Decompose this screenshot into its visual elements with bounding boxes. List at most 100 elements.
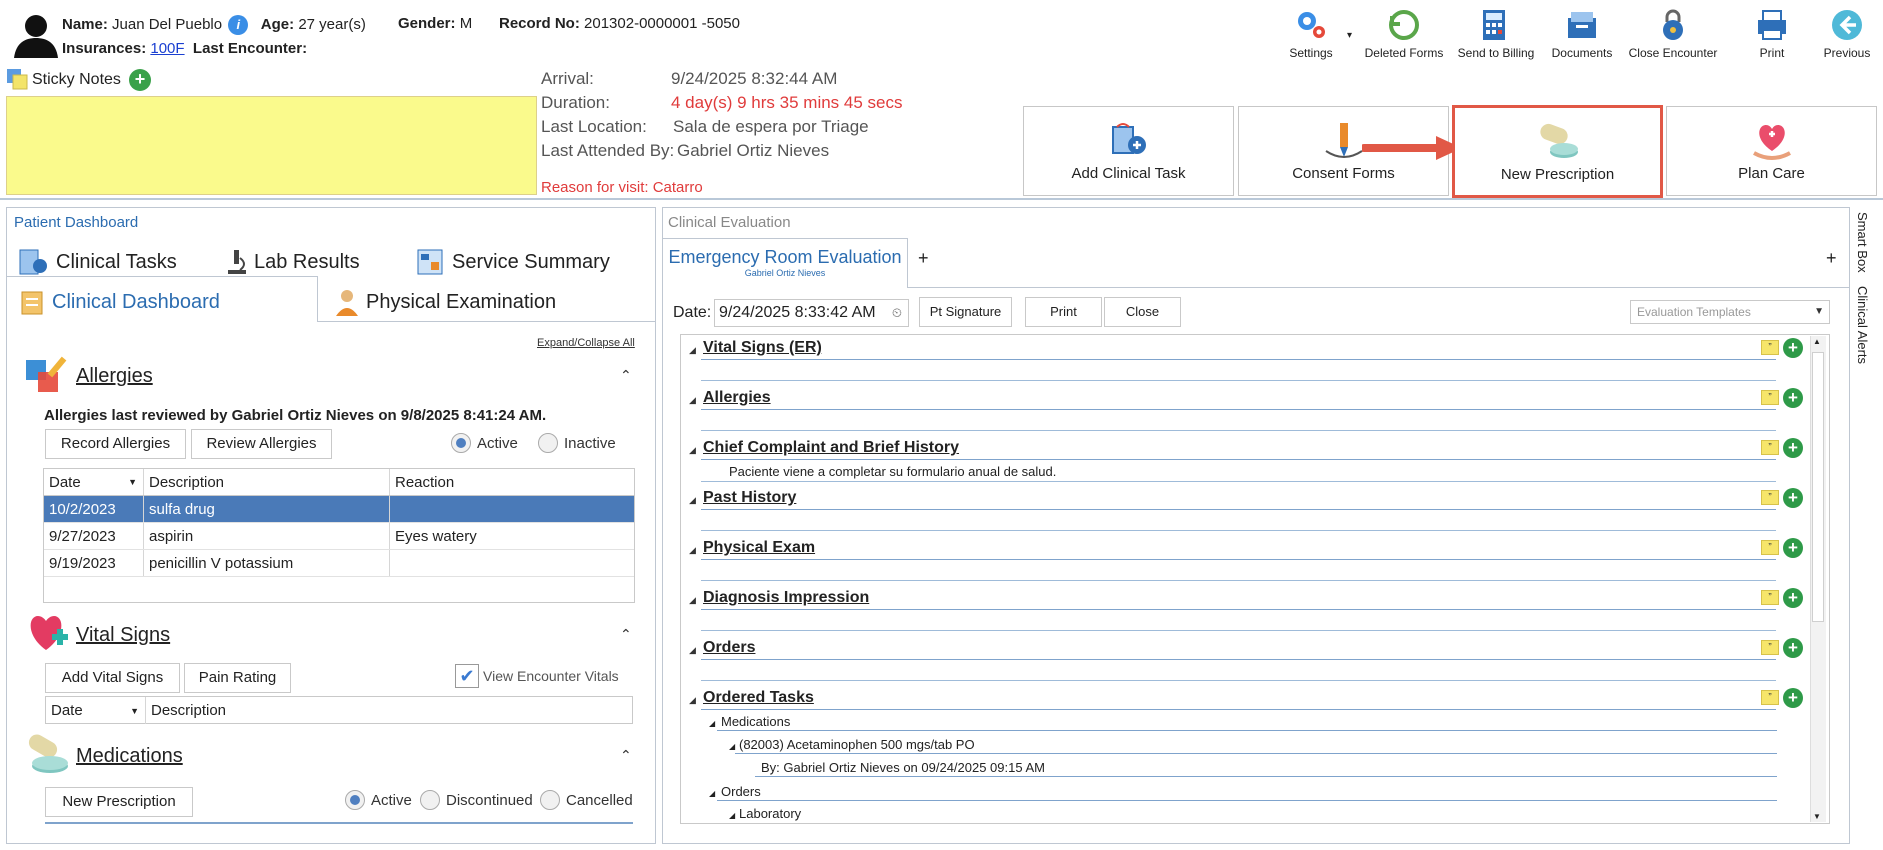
plan-care-button[interactable]: Plan Care (1666, 106, 1877, 196)
column-header-date[interactable]: Date ▼ (44, 469, 144, 495)
quote-icon[interactable]: ” (1761, 690, 1779, 705)
add-entry-icon[interactable]: + (1783, 438, 1803, 458)
previous-button[interactable]: Previous (1802, 8, 1883, 60)
column-header-reaction[interactable]: Reaction (390, 469, 634, 495)
section-title[interactable]: Orders (703, 639, 755, 657)
column-header-date[interactable]: Date ▼ (46, 697, 146, 724)
add-clinical-task-button[interactable]: Add Clinical Task (1023, 106, 1234, 196)
medications-active-radio[interactable]: Active (345, 790, 412, 810)
evaluation-templates-select[interactable]: Evaluation Templates ▼ (1630, 300, 1830, 324)
column-header-description[interactable]: Description (144, 469, 390, 495)
section-title[interactable]: Allergies (703, 389, 771, 407)
collapse-triangle-icon[interactable]: ◢ (709, 789, 715, 798)
collapse-triangle-icon[interactable]: ◢ (689, 645, 696, 656)
section-title[interactable]: Chief Complaint and Brief History (703, 439, 959, 457)
scroll-down-icon[interactable]: ▼ (1813, 812, 1821, 821)
tasks-laboratory-label[interactable]: Laboratory (739, 806, 801, 821)
allergies-inactive-radio[interactable]: Inactive (538, 433, 616, 453)
quote-icon[interactable]: ” (1761, 340, 1779, 355)
collapse-triangle-icon[interactable]: ◢ (689, 695, 696, 706)
scroll-up-icon[interactable]: ▲ (1813, 337, 1821, 346)
tab-clinical-tasks[interactable]: Clinical Tasks (18, 248, 177, 276)
table-row[interactable]: 9/27/2023 aspirin Eyes watery (44, 523, 634, 550)
table-row[interactable]: 10/2/2023 sulfa drug (44, 496, 634, 523)
send-to-billing-button[interactable]: Send to Billing (1451, 8, 1541, 60)
review-allergies-button[interactable]: Review Allergies (191, 429, 332, 459)
quote-icon[interactable]: ” (1761, 590, 1779, 605)
record-allergies-button[interactable]: Record Allergies (45, 429, 186, 459)
quote-icon[interactable]: ” (1761, 490, 1779, 505)
vital-signs-title[interactable]: Vital Signs (76, 624, 170, 647)
allergies-collapse-icon[interactable]: ⌃ (620, 367, 632, 384)
medications-discontinued-radio[interactable]: Discontinued (420, 790, 533, 810)
allergies-active-radio[interactable]: Active (451, 433, 518, 453)
collapse-triangle-icon[interactable]: ◢ (689, 495, 696, 506)
add-entry-icon[interactable]: + (1783, 388, 1803, 408)
section-title[interactable]: Ordered Tasks (703, 689, 814, 707)
new-prescription-med-button[interactable]: New Prescription (45, 787, 193, 817)
add-entry-icon[interactable]: + (1783, 588, 1803, 608)
settings-dropdown-icon[interactable]: ▾ (1347, 30, 1352, 41)
eval-close-button[interactable]: Close (1104, 297, 1181, 327)
settings-button[interactable]: Settings (1266, 8, 1356, 60)
chief-complaint-text[interactable]: Paciente viene a completar su formulario… (729, 464, 1056, 479)
scrollbar-thumb[interactable] (1812, 352, 1824, 622)
collapse-triangle-icon[interactable]: ◢ (729, 742, 735, 751)
info-icon[interactable]: i (228, 15, 249, 35)
section-title[interactable]: Physical Exam (703, 539, 815, 557)
collapse-triangle-icon[interactable]: ◢ (709, 719, 715, 728)
medication-item[interactable]: (82003) Acetaminophen 500 mgs/tab PO (739, 737, 975, 752)
pain-rating-button[interactable]: Pain Rating (184, 663, 291, 693)
allergies-title[interactable]: Allergies (76, 365, 153, 388)
insurance-link[interactable]: 100F (150, 40, 184, 57)
add-tab-button[interactable]: + (918, 248, 929, 269)
add-entry-icon[interactable]: + (1783, 538, 1803, 558)
add-entry-icon[interactable]: + (1783, 488, 1803, 508)
sticky-notes-area[interactable] (6, 96, 537, 195)
collapse-triangle-icon[interactable]: ◢ (689, 395, 696, 406)
add-entry-icon[interactable]: + (1783, 338, 1803, 358)
tab-physical-examination[interactable]: Physical Examination (334, 288, 556, 316)
collapse-triangle-icon[interactable]: ◢ (689, 595, 696, 606)
section-title[interactable]: Past History (703, 489, 796, 507)
quote-icon[interactable]: ” (1761, 440, 1779, 455)
date-input[interactable]: 9/24/2025 8:33:42 AM ⏲ (714, 299, 909, 327)
tasks-orders-label[interactable]: Orders (721, 784, 761, 799)
medications-collapse-icon[interactable]: ⌃ (620, 747, 632, 764)
tasks-medications-label[interactable]: Medications (721, 714, 790, 729)
tab-clinical-dashboard[interactable]: Clinical Dashboard (20, 288, 220, 316)
vital-signs-collapse-icon[interactable]: ⌃ (620, 626, 632, 643)
calendar-icon[interactable]: ⏲ (892, 300, 902, 326)
collapse-triangle-icon[interactable]: ◢ (689, 345, 696, 356)
tab-service-summary[interactable]: Service Summary (416, 248, 610, 276)
smart-box-tab[interactable]: Smart Box (1855, 212, 1870, 273)
add-vital-signs-button[interactable]: Add Vital Signs (45, 663, 180, 693)
expand-collapse-link[interactable]: Expand/Collapse All (537, 337, 635, 349)
close-encounter-button[interactable]: Close Encounter (1627, 8, 1719, 60)
add-entry-icon[interactable]: + (1783, 638, 1803, 658)
quote-icon[interactable]: ” (1761, 540, 1779, 555)
tab-emergency-room-evaluation[interactable]: Emergency Room Evaluation Gabriel Ortiz … (662, 238, 908, 288)
documents-button[interactable]: Documents (1537, 8, 1627, 60)
view-encounter-vitals-checkbox[interactable]: ✔ View Encounter Vitals (455, 664, 619, 688)
section-title[interactable]: Diagnosis Impression (703, 589, 869, 607)
medications-title[interactable]: Medications (76, 745, 183, 768)
column-header-description[interactable]: Description (146, 697, 632, 724)
collapse-triangle-icon[interactable]: ◢ (689, 545, 696, 556)
pt-signature-button[interactable]: Pt Signature (919, 297, 1012, 327)
tab-lab-results[interactable]: Lab Results (226, 248, 360, 276)
quote-icon[interactable]: ” (1761, 390, 1779, 405)
eval-print-button[interactable]: Print (1025, 297, 1102, 327)
add-sticky-note-button[interactable]: + (129, 69, 151, 91)
section-title[interactable]: Vital Signs (ER) (703, 339, 822, 357)
collapse-triangle-icon[interactable]: ◢ (729, 811, 735, 820)
add-panel-button[interactable]: + (1826, 248, 1837, 269)
medications-cancelled-radio[interactable]: Cancelled (540, 790, 633, 810)
collapse-triangle-icon[interactable]: ◢ (689, 445, 696, 456)
new-prescription-button[interactable]: New Prescription (1452, 105, 1663, 198)
deleted-forms-button[interactable]: Deleted Forms (1359, 8, 1449, 60)
add-entry-icon[interactable]: + (1783, 688, 1803, 708)
quote-icon[interactable]: ” (1761, 640, 1779, 655)
clinical-alerts-tab[interactable]: Clinical Alerts (1855, 286, 1870, 364)
table-row[interactable]: 9/19/2023 penicillin V potassium (44, 550, 634, 577)
